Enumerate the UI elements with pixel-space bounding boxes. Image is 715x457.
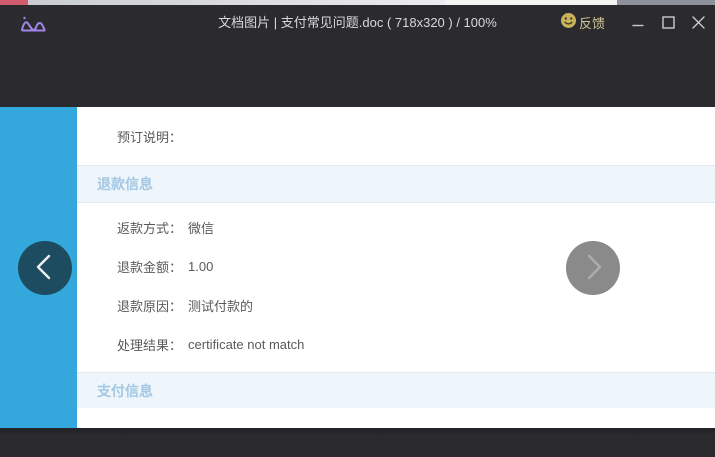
field-value: certificate not match xyxy=(188,337,304,352)
field-value: 测试付款的 xyxy=(188,296,253,315)
titlebar: 文档图片 | 支付常见问题.doc ( 718x320 ) / 100% 反馈 xyxy=(0,5,715,40)
minimize-button[interactable] xyxy=(623,5,653,40)
chevron-left-icon xyxy=(18,240,72,297)
field-label: 返款方式： xyxy=(117,218,182,237)
chevron-right-icon xyxy=(566,240,620,297)
booking-note-row: 预订说明： xyxy=(77,107,715,165)
smiley-face-icon xyxy=(560,12,577,34)
field-value: 微信 xyxy=(188,218,214,237)
field-label: 退款原因： xyxy=(117,296,182,315)
document-viewer: 预订说明： 退款信息 返款方式： 微信 退款金额： 1.00 退款原因： 测试付… xyxy=(0,107,715,428)
next-page-button[interactable] xyxy=(566,241,620,295)
feedback-button[interactable]: 反馈 xyxy=(560,12,605,34)
payment-section-title: 支付信息 xyxy=(97,381,153,401)
booking-note-label: 预订说明： xyxy=(117,127,182,146)
field-label: 退款金额： xyxy=(117,257,182,276)
feedback-label: 反馈 xyxy=(579,13,605,32)
refund-section-title: 退款信息 xyxy=(97,174,153,194)
bottom-bar xyxy=(0,428,715,457)
maximize-button[interactable] xyxy=(653,5,683,40)
payment-section-header: 支付信息 xyxy=(77,372,715,408)
field-row-process-result: 处理结果： certificate not match xyxy=(77,325,715,364)
field-value: 1.00 xyxy=(188,259,213,274)
window-controls: 反馈 xyxy=(560,5,715,40)
app-window: 文档图片 | 支付常见问题.doc ( 718x320 ) / 100% 反馈 xyxy=(0,0,715,457)
field-label: 处理结果： xyxy=(117,335,182,354)
close-button[interactable] xyxy=(683,5,713,40)
refund-section-header: 退款信息 xyxy=(77,165,715,203)
prev-page-button[interactable] xyxy=(18,241,72,295)
